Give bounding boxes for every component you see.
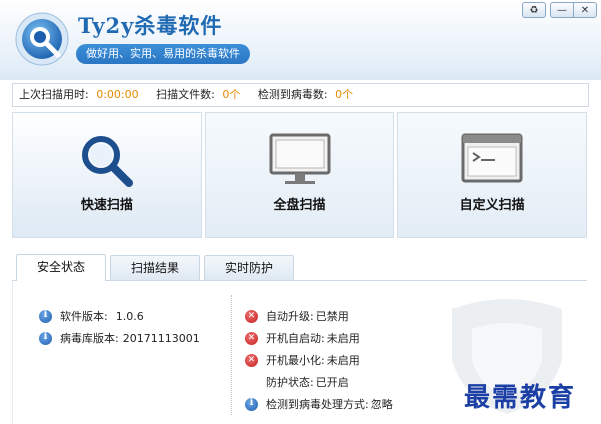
auto-update-label: 自动升级: bbox=[266, 310, 314, 323]
custom-scan-label: 自定义扫描 bbox=[459, 198, 525, 213]
custom-scan-button[interactable]: 自定义扫描 bbox=[397, 112, 588, 238]
virus-db-version-label: 病毒库版本: bbox=[60, 332, 119, 345]
tab-realtime-protection[interactable]: 实时防护 bbox=[204, 255, 294, 280]
info-icon bbox=[245, 397, 258, 411]
divider bbox=[231, 295, 233, 415]
error-icon bbox=[245, 331, 258, 345]
scanned-files-label: 扫描文件数: bbox=[156, 88, 215, 101]
info-row-auto-update: 自动升级: 已禁用 bbox=[245, 308, 349, 324]
full-scan-button[interactable]: 全盘扫描 bbox=[204, 112, 395, 238]
info-row-virus-action: 检测到病毒处理方式: 忽略 bbox=[245, 396, 393, 412]
watermark: 最需教育 bbox=[463, 383, 576, 413]
title-bar: Ty2y杀毒软件 做好用、实用、易用的杀毒软件 ♻ — ✕ bbox=[0, 0, 601, 80]
magnifier-icon bbox=[81, 136, 133, 187]
close-button[interactable]: ✕ bbox=[574, 3, 596, 17]
quick-scan-button[interactable]: 快速扫描 bbox=[12, 112, 202, 238]
window-controls: ♻ — ✕ bbox=[522, 2, 597, 18]
software-version-label: 软件版本: bbox=[60, 310, 108, 323]
software-version-value: 1.0.6 bbox=[115, 309, 144, 323]
security-status-panel: 软件版本: 1.0.6 病毒库版本: 20171113001 自动升级: 已禁用… bbox=[12, 281, 588, 424]
last-scan-time-value: 0:00:00 bbox=[96, 88, 139, 101]
virus-found-value: 0个 bbox=[335, 88, 354, 101]
last-scan-time-label: 上次扫描用时: bbox=[19, 88, 89, 101]
tab-bar: 安全状态 扫描结果 实时防护 bbox=[12, 252, 587, 281]
protection-status-label: 防护状态: bbox=[266, 376, 314, 389]
blank-icon bbox=[245, 376, 258, 389]
info-row-virus-db-version: 病毒库版本: 20171113001 bbox=[39, 330, 200, 346]
quick-scan-label: 快速扫描 bbox=[80, 198, 133, 213]
scan-panel: 快速扫描 全盘扫描 自定义扫描 bbox=[12, 112, 588, 238]
refresh-icon: ♻ bbox=[529, 5, 539, 16]
virus-action-value: 忽略 bbox=[370, 398, 393, 411]
info-row-protection-status: 防护状态: 已开启 bbox=[245, 374, 349, 390]
info-row-startup: 开机自启动: 未启用 bbox=[245, 330, 360, 346]
scanned-files-value: 0个 bbox=[222, 88, 241, 101]
info-icon bbox=[39, 309, 52, 323]
tab-scan-results[interactable]: 扫描结果 bbox=[110, 255, 200, 280]
app-slogan: 做好用、实用、易用的杀毒软件 bbox=[76, 44, 250, 64]
monitor-icon bbox=[269, 133, 330, 184]
min-close-group: — ✕ bbox=[550, 2, 597, 18]
scan-status-bar: 上次扫描用时: 0:00:00 扫描文件数: 0个 检测到病毒数: 0个 bbox=[12, 83, 589, 107]
start-minimized-label: 开机最小化: bbox=[266, 354, 325, 367]
virus-action-label: 检测到病毒处理方式: bbox=[266, 398, 369, 411]
startup-label: 开机自启动: bbox=[266, 332, 325, 345]
error-icon bbox=[245, 353, 258, 367]
virus-found-label: 检测到病毒数: bbox=[257, 88, 328, 101]
tab-security-status[interactable]: 安全状态 bbox=[16, 254, 106, 281]
error-icon bbox=[245, 309, 258, 323]
skin-button[interactable]: ♻ bbox=[522, 2, 546, 18]
auto-update-value: 已禁用 bbox=[315, 310, 349, 323]
protection-status-value: 已开启 bbox=[315, 376, 349, 389]
terminal-icon bbox=[461, 133, 523, 183]
app-logo-icon bbox=[15, 12, 69, 66]
info-icon bbox=[39, 331, 52, 345]
app-title: Ty2y杀毒软件 bbox=[78, 13, 223, 38]
info-row-start-minimized: 开机最小化: 未启用 bbox=[245, 352, 360, 368]
info-row-software-version: 软件版本: 1.0.6 bbox=[39, 308, 144, 324]
minimize-button[interactable]: — bbox=[551, 3, 574, 17]
startup-value: 未启用 bbox=[326, 332, 360, 345]
virus-db-version-value: 20171113001 bbox=[122, 331, 200, 345]
start-minimized-value: 未启用 bbox=[326, 354, 360, 367]
full-scan-label: 全盘扫描 bbox=[273, 198, 326, 213]
